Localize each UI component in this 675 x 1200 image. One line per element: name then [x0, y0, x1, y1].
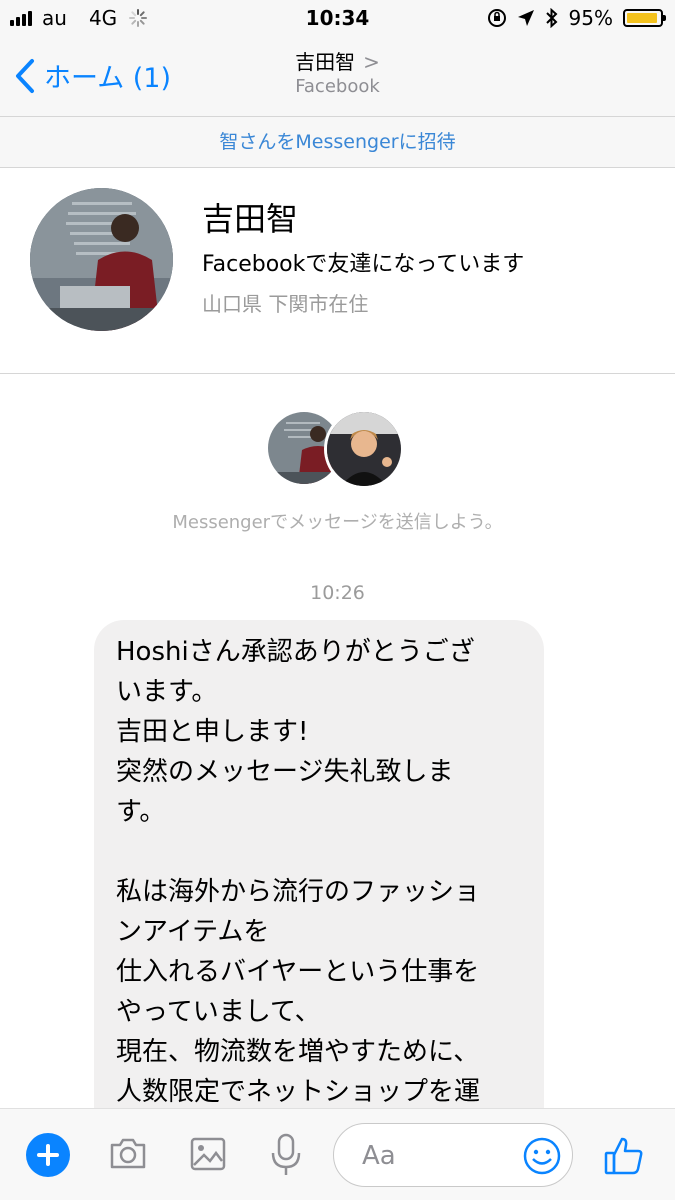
microphone-icon[interactable]: [264, 1131, 308, 1179]
incoming-message-bubble[interactable]: Hoshiさん承認ありがとうござ います。 吉田と申します! 突然のメッセージ失…: [94, 620, 544, 1140]
bluetooth-icon: [545, 8, 558, 28]
message-timestamp: 10:26: [310, 582, 365, 604]
plus-icon[interactable]: [26, 1133, 70, 1177]
message-input[interactable]: [333, 1123, 573, 1187]
camera-icon[interactable]: [106, 1131, 150, 1175]
status-right: 95%: [487, 6, 666, 30]
profile-name: 吉田智: [202, 200, 299, 238]
profile-friends-status: Facebookで友達になっています: [202, 252, 525, 277]
message-composer: [0, 1108, 675, 1200]
profile-avatar[interactable]: [30, 188, 173, 331]
emoji-icon[interactable]: [522, 1136, 562, 1176]
image-icon[interactable]: [186, 1131, 230, 1175]
participant-avatar-2: [324, 409, 404, 489]
location-arrow-icon: [517, 10, 534, 26]
conversation-start-hint: Messengerでメッセージを送信しよう。: [172, 512, 503, 533]
message-text-field[interactable]: [360, 1136, 514, 1176]
participant-avatars: [268, 409, 408, 494]
invite-to-messenger-link[interactable]: 智さんをMessengerに招待: [0, 116, 675, 168]
conversation-subtitle: Facebook: [295, 76, 380, 97]
battery-percent: 95%: [568, 6, 613, 30]
chevron-right-icon: >: [363, 50, 380, 74]
rotation-lock-icon: [487, 9, 506, 27]
profile-photo: [30, 188, 173, 331]
navigation-bar: ホーム (1) 吉田智 > Facebook: [0, 38, 675, 116]
battery-icon: [623, 9, 666, 27]
conversation-title-text: 吉田智: [295, 50, 356, 74]
status-bar: au 4G 10:34 95%: [0, 0, 675, 38]
conversation-title[interactable]: 吉田智 >: [0, 46, 675, 75]
profile-header: 吉田智 Facebookで友達になっています 山口県 下関市在住: [0, 168, 675, 374]
profile-location: 山口県 下関市在住: [202, 292, 369, 316]
thumbs-up-icon[interactable]: [602, 1133, 646, 1177]
